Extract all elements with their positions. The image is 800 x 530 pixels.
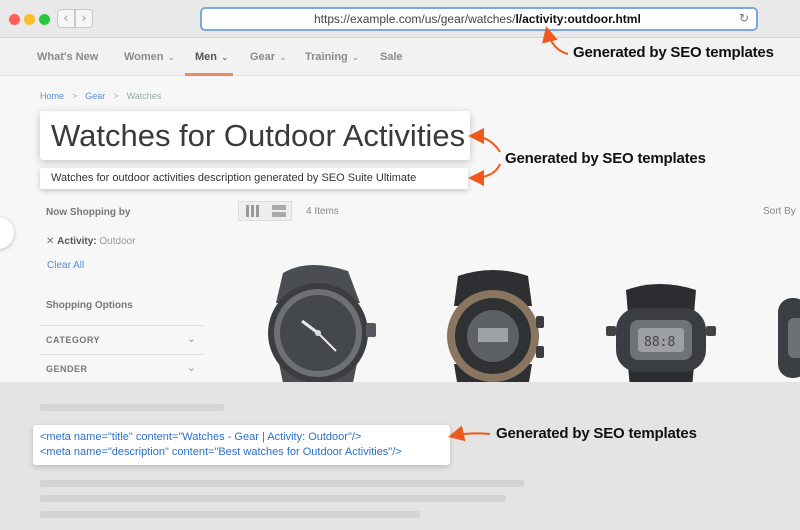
grid-view-icon[interactable]	[246, 205, 260, 217]
filter-category-label: CATEGORY	[46, 335, 101, 345]
active-nav-indicator	[185, 73, 233, 76]
list-view-icon[interactable]	[272, 205, 286, 217]
back-button[interactable]: ‹	[57, 9, 75, 28]
placeholder-line	[40, 511, 420, 518]
close-window-button[interactable]	[9, 14, 20, 25]
remove-filter-icon[interactable]: ✕	[46, 236, 54, 247]
placeholder-line	[40, 495, 506, 502]
active-filter: ✕ Activity: Outdoor	[46, 236, 136, 247]
reload-icon[interactable]: ↻	[739, 11, 749, 25]
breadcrumb-current: Watches	[126, 91, 162, 101]
view-mode-switcher	[238, 201, 292, 221]
breadcrumb-home[interactable]: Home	[40, 91, 64, 101]
now-shopping-by-heading: Now Shopping by	[46, 207, 131, 218]
breadcrumb-separator: >	[72, 91, 78, 101]
chevron-down-icon: ⌄	[186, 361, 196, 374]
nav-item-training[interactable]: Training ⌄	[305, 51, 359, 63]
breadcrumb-gear[interactable]: Gear	[85, 91, 105, 101]
breadcrumb-separator: >	[113, 91, 119, 101]
sort-by-label[interactable]: Sort By	[763, 206, 796, 217]
page-description: Watches for outdoor activities descripti…	[51, 172, 417, 184]
nav-item-gear[interactable]: Gear ⌄	[250, 51, 287, 63]
annotation-meta: Generated by SEO templates	[496, 425, 697, 442]
minimize-window-button[interactable]	[24, 14, 35, 25]
chevron-down-icon: ⌄	[186, 332, 196, 345]
maximize-window-button[interactable]	[39, 14, 50, 25]
filter-value: Outdoor	[99, 236, 136, 247]
filter-gender-label: GENDER	[46, 364, 88, 374]
forward-button[interactable]: ›	[75, 9, 93, 28]
meta-tags-callout: <meta name="title" content="Watches - Ge…	[33, 425, 450, 465]
placeholder-line	[40, 480, 524, 487]
svg-text:88:8: 88:8	[644, 335, 675, 350]
nav-item-men[interactable]: Men ⌄	[195, 51, 229, 63]
chevron-down-icon: ⌄	[167, 53, 176, 63]
nav-item-women[interactable]: Women ⌄	[124, 51, 175, 63]
nav-item-whats-new[interactable]: What's New	[37, 51, 98, 63]
product-image-outdoor-watch[interactable]	[428, 268, 558, 382]
page-title: Watches for Outdoor Activities	[51, 118, 466, 153]
annotation-heading: Generated by SEO templates	[505, 150, 706, 167]
meta-title-tag: <meta name="title" content="Watches - Ge…	[40, 431, 362, 443]
chevron-down-icon: ⌄	[279, 53, 287, 63]
clear-all-link[interactable]: Clear All	[47, 260, 84, 271]
browser-toolbar: ‹ › https://example.com/us/gear/watches/…	[0, 0, 800, 38]
url-prefix: https://example.com/us/gear/watches/	[314, 12, 516, 26]
shopping-options-heading: Shopping Options	[46, 300, 133, 311]
nav-item-sale[interactable]: Sale	[380, 51, 403, 63]
filter-category[interactable]: CATEGORY ⌄	[40, 325, 204, 353]
address-bar[interactable]: https://example.com/us/gear/watches/l/ac…	[200, 7, 758, 31]
url-text: https://example.com/us/gear/watches/l/ac…	[314, 12, 641, 26]
filter-name: Activity:	[57, 236, 97, 247]
meta-description-tag: <meta name="description" content="Best w…	[40, 446, 402, 458]
url-seo-path: l/activity:outdoor.html	[515, 12, 641, 26]
breadcrumb: Home > Gear > Watches	[40, 91, 161, 101]
placeholder-line	[40, 404, 224, 411]
items-count: 4 Items	[306, 206, 339, 217]
product-image-analog-watch[interactable]	[248, 263, 388, 382]
chevron-down-icon: ⌄	[351, 53, 360, 63]
page-description-callout: Watches for outdoor activities descripti…	[40, 168, 468, 189]
product-image-digital-watch[interactable]: 88:8	[604, 278, 719, 382]
filter-gender[interactable]: GENDER ⌄	[40, 354, 204, 382]
page-title-callout: Watches for Outdoor Activities	[40, 111, 470, 160]
chevron-down-icon: ⌄	[221, 53, 229, 63]
website-viewport: What's New Women ⌄ Men ⌄ Gear ⌄ Training ⌄ S…	[0, 38, 800, 382]
annotation-url: Generated by SEO templates	[573, 44, 774, 61]
product-image-partial-watch[interactable]	[770, 288, 800, 382]
